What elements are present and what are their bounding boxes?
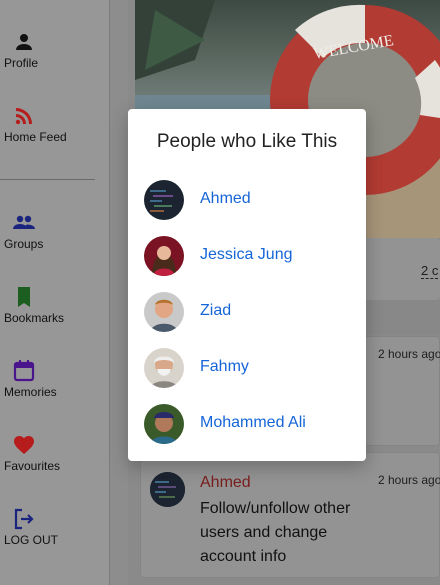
avatar[interactable]: [150, 472, 185, 507]
code-screen-avatar-icon: [150, 472, 185, 507]
logout-icon: [14, 508, 34, 530]
sidebar: Profile Home Feed Groups Bookmarks Memor…: [0, 0, 110, 585]
liker-row[interactable]: Jessica Jung: [144, 236, 354, 276]
elder-avatar-icon: [144, 348, 184, 388]
groups-icon: [13, 215, 35, 229]
rss-icon: [15, 108, 32, 125]
avatar[interactable]: [144, 292, 184, 332]
calendar-icon: [13, 360, 35, 382]
modal-title: People who Like This: [156, 131, 338, 152]
avatar[interactable]: [144, 180, 184, 220]
comment-time: 2 hours ago: [378, 347, 440, 361]
sidebar-item-label: LOG OUT: [4, 533, 59, 547]
comment-author[interactable]: Ahmed: [200, 474, 251, 492]
sidebar-item-label: Groups: [4, 237, 44, 251]
liker-name[interactable]: Ziad: [200, 302, 231, 320]
sidebar-item-label: Bookmarks: [4, 311, 65, 325]
man-cap-avatar-icon: [144, 404, 184, 444]
sidebar-item-label: Profile: [4, 56, 39, 70]
person-icon: [16, 34, 32, 50]
avatar[interactable]: [144, 236, 184, 276]
liker-row[interactable]: Mohammed Ali: [144, 404, 354, 444]
code-screen-avatar-icon: [144, 180, 184, 220]
liker-name[interactable]: Jessica Jung: [200, 246, 293, 264]
comment-text: Follow/unfollow other users and change a…: [200, 500, 351, 565]
sidebar-item-label: Favourites: [4, 459, 61, 473]
avatar[interactable]: [144, 348, 184, 388]
heart-icon: [14, 436, 34, 454]
liker-name[interactable]: Ahmed: [200, 190, 251, 208]
sidebar-item-label: Home Feed: [4, 130, 67, 144]
content-gutter: [110, 0, 128, 585]
woman-avatar-icon: [144, 236, 184, 276]
liker-name[interactable]: Fahmy: [200, 358, 249, 376]
liker-row[interactable]: Fahmy: [144, 348, 354, 388]
man-avatar-icon: [144, 292, 184, 332]
liker-row[interactable]: Ahmed: [144, 180, 354, 220]
liker-row[interactable]: Ziad: [144, 292, 354, 332]
comment-time: 2 hours ago: [378, 473, 440, 487]
avatar[interactable]: [144, 404, 184, 444]
liker-name[interactable]: Mohammed Ali: [200, 414, 306, 432]
sidebar-divider: [0, 179, 95, 180]
likes-modal: People who Like This Ahmed Jessica Jung: [128, 109, 366, 461]
sidebar-item-label: Memories: [4, 385, 57, 399]
bookmark-icon: [18, 287, 30, 307]
comment-count-link[interactable]: 2 c: [421, 263, 439, 279]
